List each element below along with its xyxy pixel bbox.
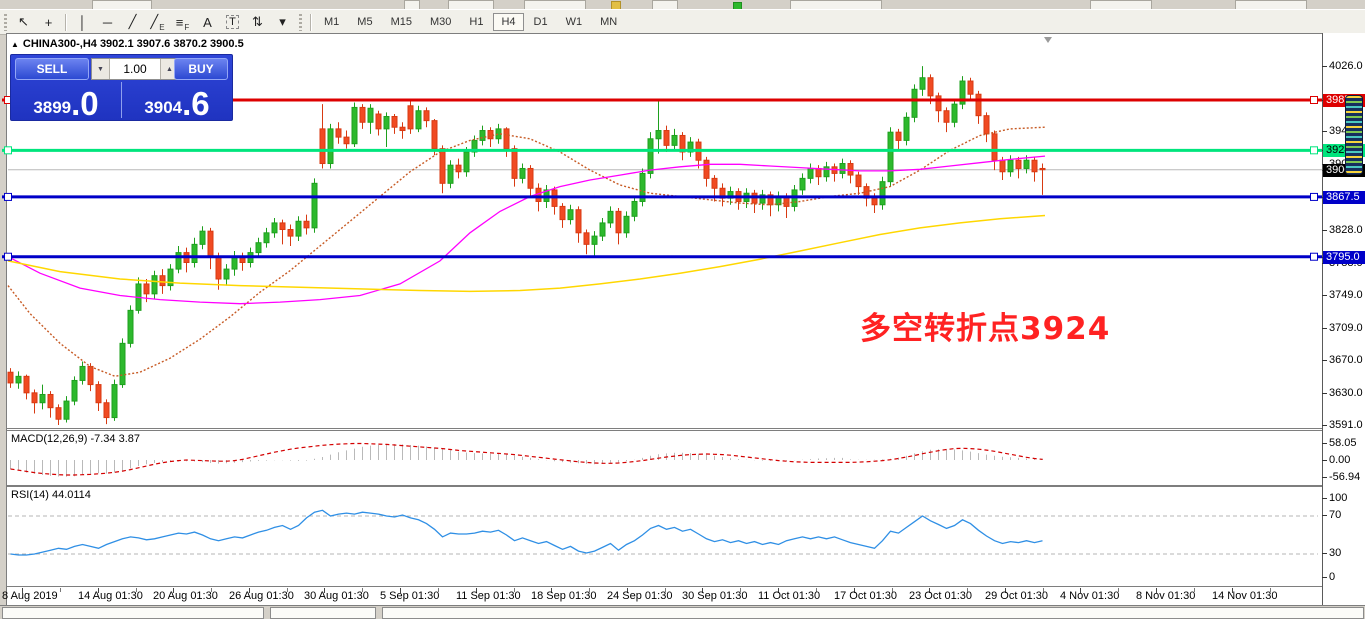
axis-label: 0 xyxy=(1329,571,1363,583)
symbol-info-bar: ▲ CHINA300-,H4 3902.1 3907.6 3870.2 3900… xyxy=(11,38,244,50)
date-label: 8 Nov 01:30 xyxy=(1136,590,1195,602)
date-label: 14 Aug 01:30 xyxy=(78,590,143,602)
symbol-ohlc-text: CHINA300-,H4 3902.1 3907.6 3870.2 3900.5 xyxy=(23,38,244,50)
date-label: 14 Nov 01:30 xyxy=(1212,590,1277,602)
date-label: 23 Oct 01:30 xyxy=(909,590,972,602)
axis-label: 100 xyxy=(1329,492,1363,504)
axis-label: 3630.0 xyxy=(1329,387,1363,399)
sell-price-big: .0 xyxy=(71,90,99,117)
buy-button[interactable]: BUY xyxy=(174,58,228,80)
rsi-indicator-label: RSI(14) 44.0114 xyxy=(11,489,91,501)
volume-input[interactable]: 1.00 xyxy=(110,59,160,79)
date-label: 30 Sep 01:30 xyxy=(682,590,747,602)
macd-indicator-label: MACD(12,26,9) -7.34 3.87 xyxy=(11,433,140,445)
axis-label: 70 xyxy=(1329,509,1363,521)
axis-label: 3591.0 xyxy=(1329,419,1363,431)
volume-stepper: ▼ 1.00 ▲ xyxy=(91,58,179,80)
hline-handle xyxy=(1311,97,1318,104)
axis-label: 3670.0 xyxy=(1329,354,1363,366)
axis-label: 0.00 xyxy=(1329,454,1363,466)
rsi-pane-border xyxy=(7,487,1323,587)
hline-handle xyxy=(1311,253,1318,260)
one-click-trading-panel: SELL ▼ 1.00 ▲ BUY 3899.0 3904.6 xyxy=(10,54,233,121)
buy-price-int: 3904 xyxy=(144,98,182,117)
date-label: 11 Oct 01:30 xyxy=(758,590,820,602)
date-label: 24 Sep 01:30 xyxy=(607,590,672,602)
collapse-panel-icon[interactable]: ▲ xyxy=(11,40,19,49)
chart-scrollbar-thumb[interactable] xyxy=(1345,95,1363,175)
date-label: 30 Aug 01:30 xyxy=(304,590,369,602)
axis-label: 58.05 xyxy=(1329,437,1363,449)
buy-price-big: .6 xyxy=(182,90,210,117)
axis-label: 4026.0 xyxy=(1329,60,1363,72)
volume-decrease-button[interactable]: ▼ xyxy=(92,59,110,79)
date-label: 20 Aug 01:30 xyxy=(153,590,218,602)
hline-handle xyxy=(1311,193,1318,200)
date-label: 26 Aug 01:30 xyxy=(229,590,294,602)
axis-label: 3828.0 xyxy=(1329,224,1363,236)
date-label: 17 Oct 01:30 xyxy=(834,590,897,602)
price-badge-3867.5: 3867.5 xyxy=(1323,191,1365,204)
date-label: 4 Nov 01:30 xyxy=(1060,590,1119,602)
price-badge-3795.0: 3795.0 xyxy=(1323,251,1365,264)
date-label: 5 Sep 01:30 xyxy=(380,590,439,602)
shift-marker-icon xyxy=(1044,37,1052,43)
macd-pane-border xyxy=(7,431,1323,486)
sell-price: 3899.0 xyxy=(11,80,121,120)
date-label: 11 Sep 01:30 xyxy=(456,590,521,602)
hline-handle xyxy=(5,253,12,260)
date-label: 8 Aug 2019 xyxy=(2,590,58,602)
hline-handle xyxy=(5,147,12,154)
macd-signal-line xyxy=(11,444,1043,476)
sell-button[interactable]: SELL xyxy=(15,58,89,80)
buy-price: 3904.6 xyxy=(122,80,232,120)
sell-price-int: 3899 xyxy=(33,98,71,117)
annotation-text: 多空转折点3924 xyxy=(860,303,1110,348)
rsi-line xyxy=(11,510,1043,555)
axis-label: -56.94 xyxy=(1329,471,1363,483)
axis-label: 3749.0 xyxy=(1329,289,1363,301)
axis-label: 30 xyxy=(1329,547,1363,559)
hline-handle xyxy=(1311,147,1318,154)
date-label: 29 Oct 01:30 xyxy=(985,590,1048,602)
hline-handle xyxy=(5,193,12,200)
date-label: 18 Sep 01:30 xyxy=(531,590,596,602)
axis-label: 3709.0 xyxy=(1329,322,1363,334)
